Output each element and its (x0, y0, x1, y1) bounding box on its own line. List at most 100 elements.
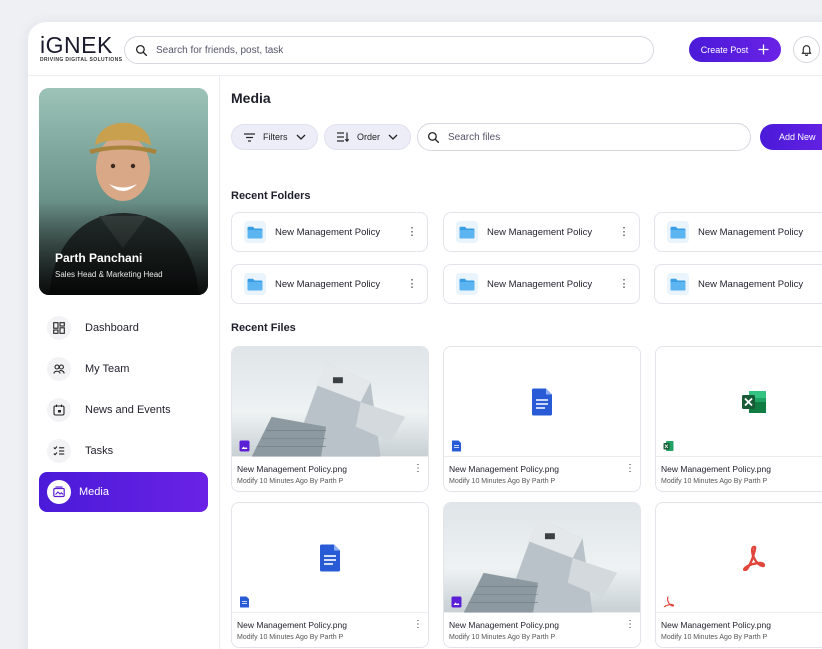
document-icon (320, 544, 340, 571)
folder-icon (456, 221, 478, 243)
more-options-icon[interactable]: ⋮ (412, 619, 424, 630)
more-options-icon[interactable]: ⋮ (624, 619, 636, 630)
app-window: iGNEK DRIVING DIGITAL SOLUTIONS Create P… (28, 22, 822, 649)
file-preview-image (444, 503, 640, 613)
sidebar-nav: Dashboard My Team News and Events Tasks (39, 308, 208, 513)
image-file-icon (451, 596, 462, 608)
create-post-button[interactable]: Create Post (689, 37, 781, 62)
brand-logo[interactable]: iGNEK DRIVING DIGITAL SOLUTIONS (40, 32, 123, 64)
chevron-down-icon (296, 134, 305, 140)
global-search-input[interactable] (156, 44, 636, 56)
recent-folders-title: Recent Folders (231, 190, 311, 202)
sidebar-item-news-and-events[interactable]: News and Events (39, 390, 208, 430)
folder-name: New Management Policy (698, 226, 804, 238)
folder-card[interactable]: New Management Policy ⋮ (443, 264, 640, 304)
folder-card[interactable]: New Management Policy ⋮ (443, 212, 640, 252)
tasks-icon (47, 439, 71, 463)
file-card[interactable]: New Management Policy.png Modify 10 Minu… (443, 502, 641, 648)
sidebar: Parth Panchani Sales Head & Marketing He… (28, 76, 220, 649)
profile-name: Parth Panchani (55, 251, 143, 265)
file-name: New Management Policy.png (661, 464, 771, 474)
folder-name: New Management Policy (487, 278, 593, 290)
team-icon (47, 357, 71, 381)
more-options-icon[interactable]: ⋮ (615, 226, 633, 238)
file-meta: Modify 10 Minutes Ago By Parth P (661, 634, 768, 641)
folder-card[interactable]: New Management Policy (654, 212, 822, 252)
folder-icon (244, 273, 266, 295)
filters-label: Filters (263, 132, 288, 142)
folder-icon (456, 273, 478, 295)
sidebar-item-dashboard[interactable]: Dashboard (39, 308, 208, 348)
brand-name: iGNEK (40, 32, 113, 58)
search-icon (135, 44, 148, 56)
add-new-button[interactable]: Add New (760, 124, 822, 150)
calendar-icon (47, 398, 71, 422)
folder-icon (667, 221, 689, 243)
global-search[interactable] (124, 36, 654, 64)
file-search-input[interactable] (448, 131, 738, 143)
file-name: New Management Policy.png (449, 620, 559, 630)
file-meta: Modify 10 Minutes Ago By Parth P (449, 478, 556, 485)
folder-name: New Management Policy (275, 226, 381, 238)
file-card[interactable]: New Management Policy.png Modify 10 Minu… (231, 346, 429, 492)
folder-name: New Management Policy (487, 226, 593, 238)
file-name: New Management Policy.png (661, 620, 771, 630)
folder-name: New Management Policy (698, 278, 804, 290)
bell-icon (801, 45, 812, 56)
filter-icon (244, 132, 255, 142)
main-content: Media Filters Order Add New Recent Folde… (231, 76, 822, 649)
document-icon (532, 388, 552, 415)
recent-files-title: Recent Files (231, 322, 296, 334)
profile-role: Sales Head & Marketing Head (55, 270, 163, 279)
file-meta: Modify 10 Minutes Ago By Parth P (237, 478, 344, 485)
more-options-icon[interactable]: ⋮ (624, 463, 636, 474)
file-preview (444, 347, 640, 457)
dashboard-icon (47, 316, 71, 340)
chevron-down-icon (388, 134, 398, 140)
file-card[interactable]: New Management Policy.png Modify 10 Minu… (655, 346, 822, 492)
image-file-icon (239, 440, 250, 452)
order-label: Order (357, 132, 381, 142)
file-name: New Management Policy.png (237, 464, 347, 474)
sidebar-item-label: Media (79, 486, 109, 498)
file-card[interactable]: New Management Policy.png Modify 10 Minu… (231, 502, 429, 648)
folder-card[interactable]: New Management Policy (654, 264, 822, 304)
sidebar-item-media[interactable]: Media (39, 472, 208, 512)
folder-card[interactable]: New Management Policy ⋮ (231, 212, 428, 252)
brand-tagline: DRIVING DIGITAL SOLUTIONS (40, 57, 123, 63)
sidebar-item-tasks[interactable]: Tasks (39, 431, 208, 471)
folder-name: New Management Policy (275, 278, 381, 290)
notifications-button[interactable] (793, 36, 820, 63)
excel-file-icon (663, 441, 674, 451)
more-options-icon[interactable]: ⋮ (403, 278, 421, 290)
file-preview-image (232, 347, 428, 457)
sidebar-item-label: Tasks (85, 445, 114, 457)
file-meta: Modify 10 Minutes Ago By Parth P (449, 634, 556, 641)
sidebar-item-label: News and Events (85, 404, 171, 416)
filters-button[interactable]: Filters (231, 124, 318, 150)
sidebar-item-label: Dashboard (85, 322, 139, 334)
top-header: iGNEK DRIVING DIGITAL SOLUTIONS Create P… (28, 22, 822, 76)
file-search[interactable] (417, 123, 751, 151)
sidebar-item-label: My Team (85, 363, 130, 375)
more-options-icon[interactable]: ⋮ (615, 278, 633, 290)
profile-card[interactable]: Parth Panchani Sales Head & Marketing He… (39, 88, 208, 295)
file-card[interactable]: New Management Policy.png Modify 10 Minu… (655, 502, 822, 648)
pdf-file-icon (663, 596, 674, 608)
document-file-icon (240, 596, 249, 608)
file-card[interactable]: New Management Policy.png Modify 10 Minu… (443, 346, 641, 492)
pdf-icon (743, 545, 765, 571)
more-options-icon[interactable]: ⋮ (403, 226, 421, 238)
file-preview (656, 347, 822, 457)
media-icon (47, 480, 71, 504)
more-options-icon[interactable]: ⋮ (412, 463, 424, 474)
order-button[interactable]: Order (324, 124, 411, 150)
folder-card[interactable]: New Management Policy ⋮ (231, 264, 428, 304)
folder-icon (667, 273, 689, 295)
sidebar-item-my-team[interactable]: My Team (39, 349, 208, 389)
excel-icon (742, 390, 766, 413)
sort-icon (337, 132, 349, 142)
file-preview (656, 503, 822, 613)
file-name: New Management Policy.png (449, 464, 559, 474)
plus-icon (758, 44, 769, 55)
